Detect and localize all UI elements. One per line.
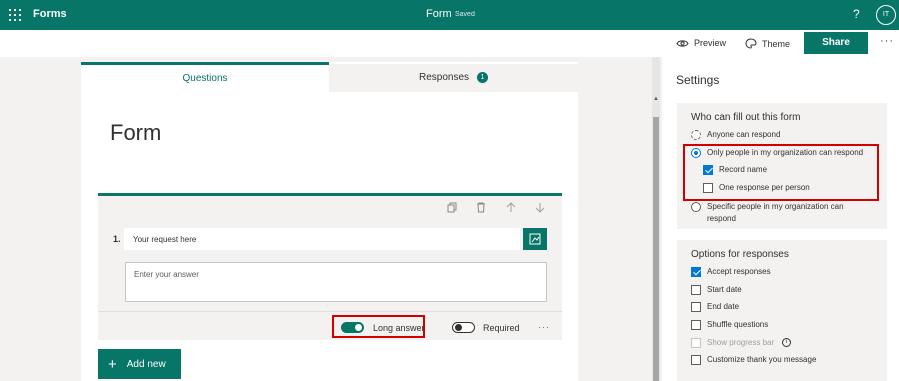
radio-specific[interactable] <box>691 202 701 212</box>
info-icon[interactable]: i <box>782 338 792 347</box>
eye-icon <box>676 39 689 47</box>
end-date-option[interactable]: End date <box>691 302 739 312</box>
avatar[interactable]: IT <box>876 5 896 25</box>
document-title: Form <box>426 8 452 20</box>
long-answer-label: Long answer <box>373 323 425 333</box>
insert-media-button[interactable] <box>523 228 547 250</box>
form-title[interactable]: Form <box>110 120 161 146</box>
image-edit-icon <box>529 233 541 245</box>
radio-anyone[interactable] <box>691 130 701 140</box>
who-can-fill-highlight <box>683 144 879 201</box>
long-answer-toggle[interactable] <box>341 322 364 333</box>
top-bar: Forms Form Saved ? IT <box>0 0 899 30</box>
palette-icon <box>745 38 757 49</box>
tab-questions[interactable]: Questions <box>81 62 329 92</box>
checkbox-end-date[interactable] <box>691 302 701 312</box>
specific-people-option[interactable]: Specific people in my organization can r… <box>691 201 866 225</box>
share-button[interactable]: Share <box>804 32 868 54</box>
preview-label: Preview <box>694 38 727 48</box>
checkbox-progress-bar <box>691 338 701 348</box>
plus-icon: + <box>108 355 117 373</box>
options-title: Options for responses <box>691 249 789 260</box>
app-name[interactable]: Forms <box>33 8 67 20</box>
question-number: 1. <box>113 234 121 244</box>
tab-responses-label: Responses <box>418 72 470 83</box>
scrollbar-thumb[interactable] <box>653 117 659 381</box>
theme-label: Theme <box>762 38 791 49</box>
scroll-up-icon[interactable]: ▲ <box>653 96 659 102</box>
delete-icon[interactable] <box>476 202 486 213</box>
add-new-button[interactable]: + Add new <box>98 349 181 379</box>
preview-button[interactable]: Preview <box>676 38 726 48</box>
question-title-input[interactable]: Your request here <box>124 228 520 250</box>
settings-title: Settings <box>676 73 720 87</box>
start-date-option[interactable]: Start date <box>691 285 742 295</box>
start-date-label: Start date <box>707 285 742 294</box>
responses-count-badge: 1 <box>477 72 489 83</box>
app-launcher-icon[interactable] <box>9 9 21 21</box>
more-options-icon[interactable]: ··· <box>880 35 894 47</box>
checkbox-shuffle[interactable] <box>691 320 701 330</box>
add-new-label: Add new <box>126 358 166 370</box>
accept-responses-label: Accept responses <box>707 267 771 276</box>
question-footer-divider <box>98 311 562 312</box>
anyone-label: Anyone can respond <box>707 130 781 139</box>
question-more-icon[interactable]: ··· <box>538 322 550 332</box>
end-date-label: End date <box>707 302 740 311</box>
checkbox-start-date[interactable] <box>691 285 701 295</box>
thank-you-label: Customize thank you message <box>707 355 817 364</box>
required-label: Required <box>483 323 520 333</box>
answer-field[interactable]: Enter your answer <box>125 262 547 302</box>
checkbox-accept-responses[interactable] <box>691 267 701 277</box>
thank-you-option[interactable]: Customize thank you message <box>691 355 816 365</box>
help-icon[interactable]: ? <box>853 7 860 21</box>
anyone-can-respond-option[interactable]: Anyone can respond <box>691 130 780 140</box>
copy-icon[interactable] <box>447 202 457 213</box>
progress-bar-label: Show progress bar <box>707 338 775 347</box>
move-down-icon[interactable] <box>535 202 545 213</box>
required-toggle[interactable] <box>452 322 475 333</box>
who-can-fill-title: Who can fill out this form <box>691 112 801 123</box>
tab-responses[interactable]: Responses 1 <box>329 64 578 92</box>
shuffle-label: Shuffle questions <box>707 320 769 329</box>
accept-responses-option[interactable]: Accept responses <box>691 267 771 277</box>
save-status: Saved <box>455 11 475 18</box>
checkbox-thank-you[interactable] <box>691 355 701 365</box>
move-up-icon[interactable] <box>506 202 516 213</box>
specific-label: Specific people in my organization can r… <box>707 202 844 223</box>
shuffle-questions-option[interactable]: Shuffle questions <box>691 320 768 330</box>
theme-button[interactable]: Theme <box>745 38 790 49</box>
progress-bar-option: Show progress bar i <box>691 338 792 348</box>
